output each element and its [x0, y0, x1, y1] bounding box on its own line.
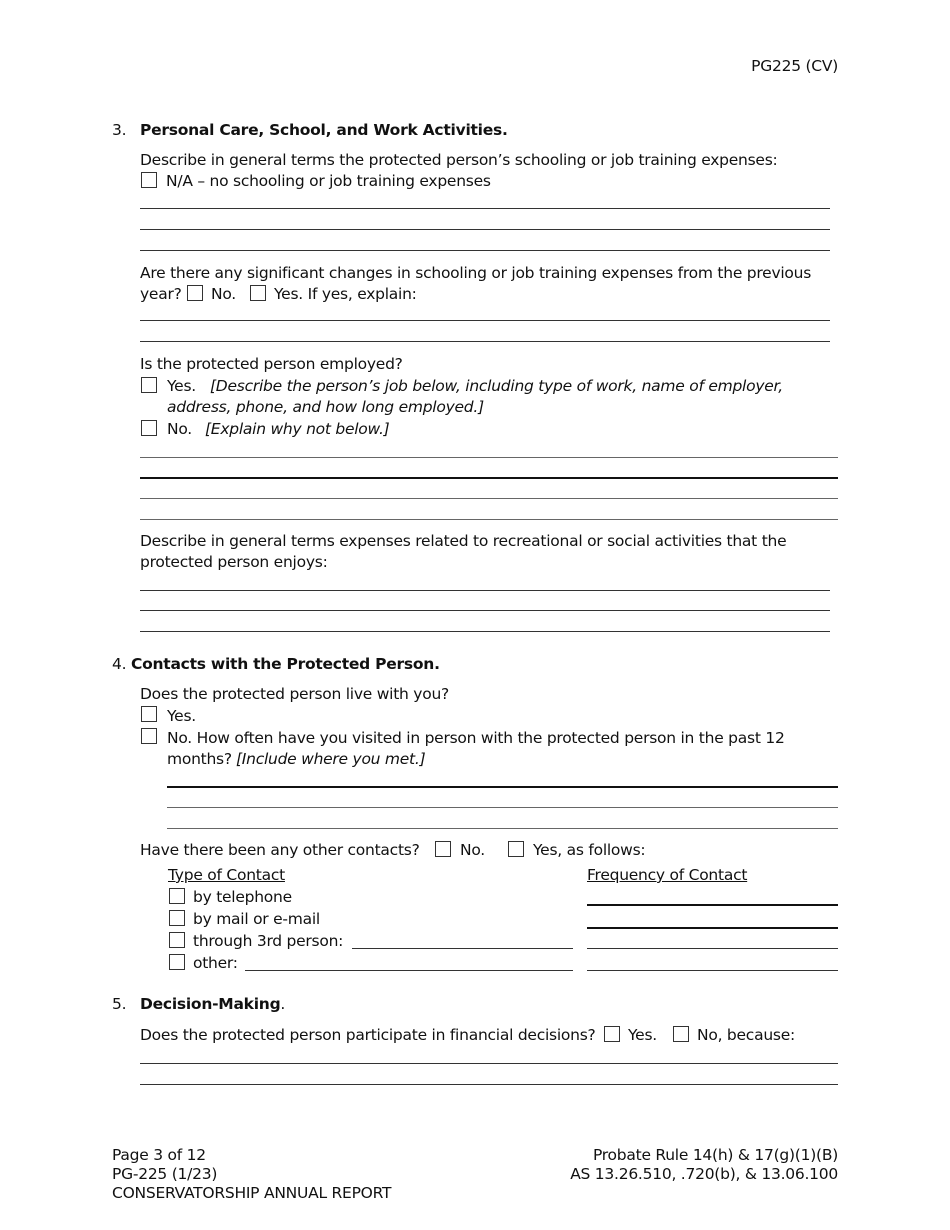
- live-with-no-label-2: months?: [167, 750, 232, 768]
- live-with-yes-label: Yes.: [167, 707, 196, 725]
- financial-decisions-prompt: Does the protected person participate in…: [140, 1026, 596, 1044]
- section-4-title: Contacts with the Protected Person.: [131, 655, 440, 673]
- other-contacts-yes-label: Yes, as follows:: [533, 841, 646, 859]
- section-5-title-period: .: [280, 995, 286, 1013]
- section-5-title: Decision-Making: [140, 995, 281, 1013]
- na-schooling-checkbox[interactable]: [141, 172, 157, 188]
- financial-answer-line-1[interactable]: [140, 1063, 838, 1064]
- changes-no-label: No.: [211, 285, 236, 303]
- contact-mail-checkbox[interactable]: [169, 910, 185, 926]
- third-person-name-line[interactable]: [352, 948, 573, 949]
- financial-no-checkbox[interactable]: [673, 1026, 689, 1042]
- section-3-title: Personal Care, School, and Work Activiti…: [140, 121, 508, 139]
- other-contacts-no-checkbox[interactable]: [435, 841, 451, 857]
- employment-answer-line-3[interactable]: [140, 498, 838, 499]
- other-contact-type-line[interactable]: [245, 970, 573, 971]
- frequency-mail-line[interactable]: [587, 927, 838, 929]
- schooling-answer-line-2[interactable]: [140, 229, 830, 230]
- employed-yes-label: Yes.: [167, 377, 196, 395]
- financial-no-label: No, because:: [697, 1026, 795, 1044]
- contact-third-person-label: through 3rd person:: [193, 932, 344, 950]
- footer-form-version: PG-225 (1/23): [112, 1165, 218, 1183]
- schooling-prompt: Describe in general terms the protected …: [140, 151, 778, 169]
- live-with-no-checkbox[interactable]: [141, 728, 157, 744]
- changes-no-checkbox[interactable]: [187, 285, 203, 301]
- frequency-third-person-line[interactable]: [587, 948, 838, 949]
- employed-no-label: No.: [167, 420, 192, 438]
- schooling-answer-line-3[interactable]: [140, 250, 830, 251]
- employment-answer-line-1[interactable]: [140, 457, 838, 458]
- changes-answer-line-1[interactable]: [140, 320, 830, 321]
- contact-telephone-checkbox[interactable]: [169, 888, 185, 904]
- changes-prompt-year: year?: [140, 285, 182, 303]
- employed-yes-instructions-2: address, phone, and how long employed.]: [167, 398, 484, 416]
- employed-no-checkbox[interactable]: [141, 420, 157, 436]
- recreation-prompt-2: protected person enjoys:: [140, 553, 328, 571]
- live-with-prompt: Does the protected person live with you?: [140, 685, 450, 703]
- changes-yes-checkbox[interactable]: [250, 285, 266, 301]
- live-with-yes-checkbox[interactable]: [141, 706, 157, 722]
- footer-page-number: Page 3 of 12: [112, 1146, 206, 1164]
- contact-other-checkbox[interactable]: [169, 954, 185, 970]
- other-contacts-no-label: No.: [460, 841, 485, 859]
- live-with-no-instructions: [Include where you met.]: [236, 750, 426, 768]
- other-contacts-prompt: Have there been any other contacts?: [140, 841, 420, 859]
- employment-answer-line-2[interactable]: [140, 477, 838, 479]
- visits-answer-line-3[interactable]: [167, 828, 838, 829]
- footer-statutes: AS 13.26.510, .720(b), & 13.06.100: [570, 1165, 838, 1183]
- financial-yes-checkbox[interactable]: [604, 1026, 620, 1042]
- recreation-answer-line-1[interactable]: [140, 590, 830, 591]
- recreation-answer-line-3[interactable]: [140, 631, 830, 632]
- live-with-no-label: No. How often have you visited in person…: [167, 729, 785, 747]
- employed-yes-instructions-1: [Describe the person’s job below, includ…: [210, 377, 783, 395]
- recreation-prompt-1: Describe in general terms expenses relat…: [140, 532, 787, 550]
- recreation-answer-line-2[interactable]: [140, 610, 830, 611]
- employed-yes-checkbox[interactable]: [141, 377, 157, 393]
- frequency-other-line[interactable]: [587, 970, 838, 971]
- form-code: PG225 (CV): [751, 57, 838, 75]
- financial-answer-line-2[interactable]: [140, 1084, 838, 1085]
- schooling-answer-line-1[interactable]: [140, 208, 830, 209]
- visits-answer-line-2[interactable]: [167, 807, 838, 808]
- other-contacts-yes-checkbox[interactable]: [508, 841, 524, 857]
- footer-probate-rule: Probate Rule 14(h) & 17(g)(1)(B): [592, 1146, 838, 1164]
- section-5-number: 5.: [112, 995, 127, 1013]
- changes-prompt: Are there any significant changes in sch…: [140, 264, 812, 282]
- employed-prompt: Is the protected person employed?: [140, 355, 403, 373]
- section-4-number: 4.: [112, 655, 127, 673]
- footer-form-name: CONSERVATORSHIP ANNUAL REPORT: [112, 1184, 392, 1202]
- contact-third-person-checkbox[interactable]: [169, 932, 185, 948]
- changes-answer-line-2[interactable]: [140, 341, 830, 342]
- visits-answer-line-1[interactable]: [167, 786, 838, 788]
- section-5-title-wrap: Decision-Making.: [140, 994, 285, 1014]
- type-of-contact-header: Type of Contact: [168, 866, 285, 884]
- contact-other-label: other:: [193, 954, 238, 972]
- section-3-number: 3.: [112, 121, 127, 139]
- contact-mail-label: by mail or e-mail: [193, 910, 320, 928]
- financial-yes-label: Yes.: [628, 1026, 657, 1044]
- frequency-of-contact-header: Frequency of Contact: [587, 866, 748, 884]
- changes-yes-label: Yes. If yes, explain:: [274, 285, 417, 303]
- na-schooling-label: N/A – no schooling or job training expen…: [166, 172, 491, 190]
- employment-answer-line-4[interactable]: [140, 519, 838, 520]
- employed-no-instructions: [Explain why not below.]: [205, 420, 390, 438]
- contact-telephone-label: by telephone: [193, 888, 292, 906]
- frequency-telephone-line[interactable]: [587, 904, 838, 906]
